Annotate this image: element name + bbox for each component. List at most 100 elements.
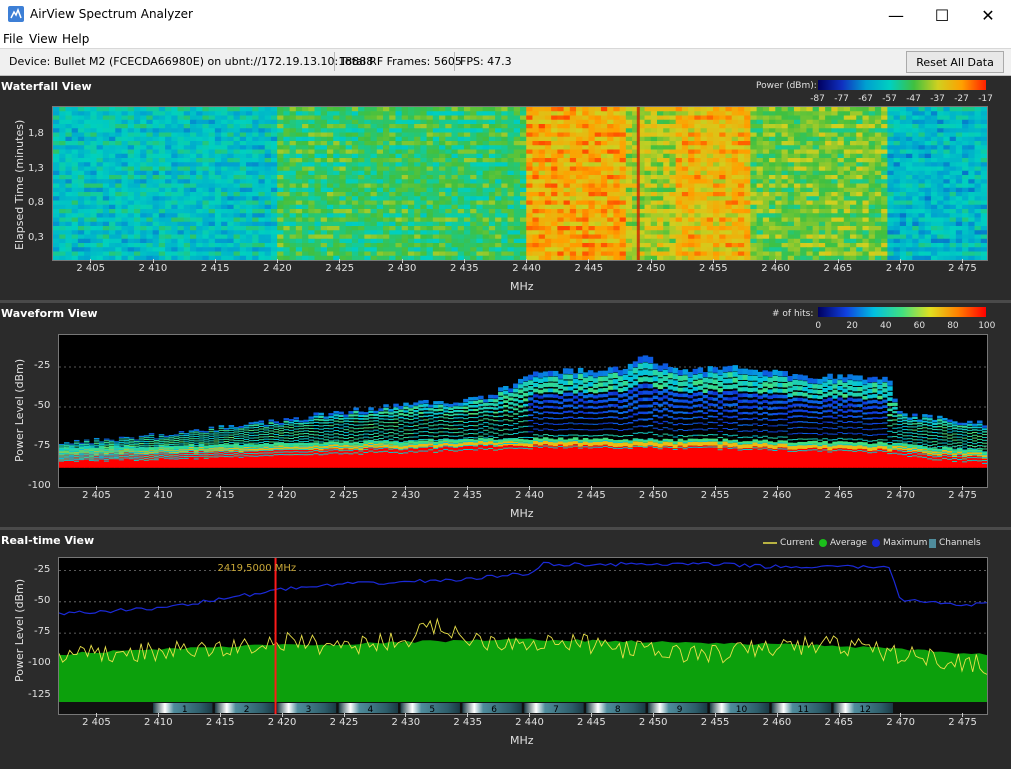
waterfall-cell (395, 196, 403, 201)
waterfall-cell (501, 162, 509, 167)
close-button[interactable]: ✕ (965, 0, 1011, 30)
waterfall-cell (364, 179, 372, 184)
waterfall-cell (744, 132, 751, 138)
menu-view[interactable]: View (29, 32, 57, 46)
menu-file[interactable]: File (3, 32, 23, 46)
waterfall-cell (787, 111, 795, 116)
waterfall-cell (264, 234, 272, 240)
waterfall-cell (862, 153, 870, 159)
waterfall-cell (793, 115, 801, 121)
waterfall-cell (495, 153, 502, 159)
waterfall-cell (943, 200, 951, 206)
waterfall-cell (706, 115, 714, 121)
waterfall-cell (364, 221, 372, 227)
waterfall-cell (675, 204, 683, 210)
minimize-button[interactable]: — (873, 0, 919, 30)
menu-help[interactable]: Help (62, 32, 89, 46)
waterfall-cell (663, 230, 671, 235)
waterfall-cell (208, 166, 216, 172)
waterfall-cell (140, 145, 147, 150)
waterfall-cell (762, 200, 770, 206)
waterfall-cell (800, 213, 808, 218)
waterfall-cell (968, 204, 976, 210)
waterfall-cell (762, 170, 770, 176)
waterfall-cell (302, 187, 309, 193)
waterfall-cell (893, 115, 901, 121)
waterfall-cell (520, 192, 527, 197)
waterfall-cell (177, 179, 185, 184)
waterfall-cell (806, 136, 814, 142)
waterfall-cell (214, 107, 222, 112)
waterfall-cell (625, 230, 633, 235)
waterfall-cell (924, 153, 932, 159)
waterfall-cell (314, 158, 322, 163)
waterfall-cell (588, 153, 596, 159)
waterfall-cell (302, 217, 309, 223)
waterfall-cell (700, 234, 708, 240)
waterfall-cell (84, 213, 91, 218)
waterfall-cell (127, 226, 135, 231)
waterfall-cell (831, 145, 839, 150)
waterfall-cell (426, 200, 434, 206)
waterfall-cell (526, 196, 534, 201)
waterfall-plot[interactable] (52, 106, 988, 261)
waterfall-cell (850, 196, 857, 201)
waterfall-cell (208, 204, 216, 210)
waterfall-cell (189, 192, 197, 197)
waterfall-cell (96, 136, 104, 142)
waterfall-cell (812, 115, 820, 121)
waterfall-cell (569, 170, 577, 176)
waterfall-cell (351, 128, 359, 133)
waterfall-cell (339, 170, 347, 176)
waterfall-cell (930, 128, 938, 133)
waterfall-cell (488, 166, 496, 172)
total-frames: Total RF Frames: 5605 (340, 55, 462, 68)
waterfall-cell (351, 221, 359, 227)
waterfall-cell (345, 243, 353, 248)
waterfall-cell (600, 175, 608, 180)
waterfall-cell (476, 111, 484, 116)
waterfall-cell (77, 141, 85, 146)
waterfall-cell (302, 209, 309, 214)
waterfall-cell (252, 111, 260, 116)
waterfall-cell (364, 204, 372, 210)
waterfall-cell (140, 128, 147, 133)
waterfall-cell (762, 132, 770, 138)
waterfall-cell (233, 217, 241, 223)
waterfall-cell (893, 183, 901, 189)
waterfall-cell (850, 128, 857, 133)
waterfall-cell (495, 238, 502, 244)
waterfall-cell (395, 209, 403, 214)
waterfall-cell (84, 141, 91, 146)
maximize-button[interactable]: ☐ (919, 0, 965, 30)
waterfall-cell (252, 166, 260, 172)
waterfall-cell (663, 153, 671, 159)
waterfall-cell (874, 153, 882, 159)
waterfall-cell (90, 145, 98, 150)
waterfall-cell (370, 107, 378, 112)
waterfall-cell (140, 158, 147, 163)
waterfall-cell (364, 187, 372, 193)
waterfall-cell (669, 132, 677, 138)
waterfall-cell (756, 200, 764, 206)
waterfall-cell (71, 175, 79, 180)
waterfall-cell (140, 234, 147, 240)
waterfall-cell (320, 128, 328, 133)
waterfall-cell (407, 204, 415, 210)
waterfall-cell (744, 187, 751, 193)
waterfall-cell (414, 230, 421, 235)
waterfall-cell (856, 238, 864, 244)
waterfall-cell (831, 107, 839, 112)
waterfall-cell (669, 141, 677, 146)
waterfall-cell (501, 187, 509, 193)
waterfall-cell (806, 226, 814, 231)
waterfall-cell (158, 221, 166, 227)
waterfall-cell (270, 107, 278, 112)
waterfall-cell (594, 217, 602, 223)
waterfall-cell (214, 119, 222, 125)
reset-all-data-button[interactable]: Reset All Data (906, 51, 1004, 73)
waterfall-cell (233, 221, 241, 227)
waterfall-cell (308, 187, 316, 193)
waterfall-cell (333, 145, 341, 150)
waterfall-cell (825, 145, 832, 150)
